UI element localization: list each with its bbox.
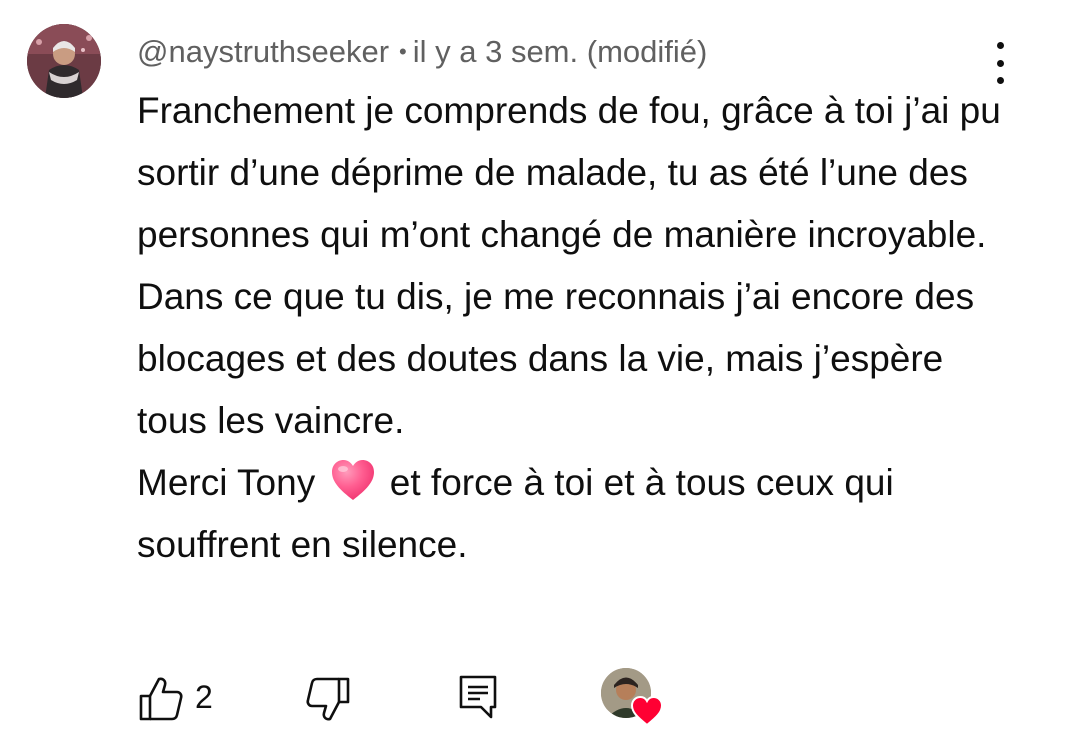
reply-comment-icon[interactable] (458, 674, 500, 722)
thumb-up-icon[interactable] (137, 674, 185, 722)
comment-body: Franchement je comprends de fou, grâce à… (137, 80, 1017, 576)
comment-paragraph: Franchement je comprends de fou, grâce à… (137, 90, 1001, 441)
pink-heart-emoji-icon (330, 458, 376, 502)
comment-meta: @naystruthseeker • il y a 3 sem. (modifié) (137, 32, 707, 72)
comment-thanks-text: Merci Tony (137, 462, 316, 503)
comment-action-bar: 2 (0, 666, 1071, 728)
like-count: 2 (195, 679, 213, 715)
heart-icon (630, 695, 664, 727)
comment-timestamp[interactable]: il y a 3 sem. (413, 34, 578, 69)
edited-label: (modifié) (586, 34, 708, 69)
more-dot (996, 59, 1004, 67)
more-dot (996, 42, 1004, 49)
comment-paragraph-thanks: Merci Tony et force à toi et à tous ceux… (137, 452, 1017, 576)
author-avatar[interactable] (27, 24, 101, 98)
meta-separator: • (399, 39, 407, 64)
author-handle[interactable]: @naystruthseeker (137, 34, 389, 69)
author-avatar-image (27, 24, 101, 98)
creator-heart-badge (601, 668, 665, 728)
thumb-down-icon[interactable] (304, 676, 352, 724)
